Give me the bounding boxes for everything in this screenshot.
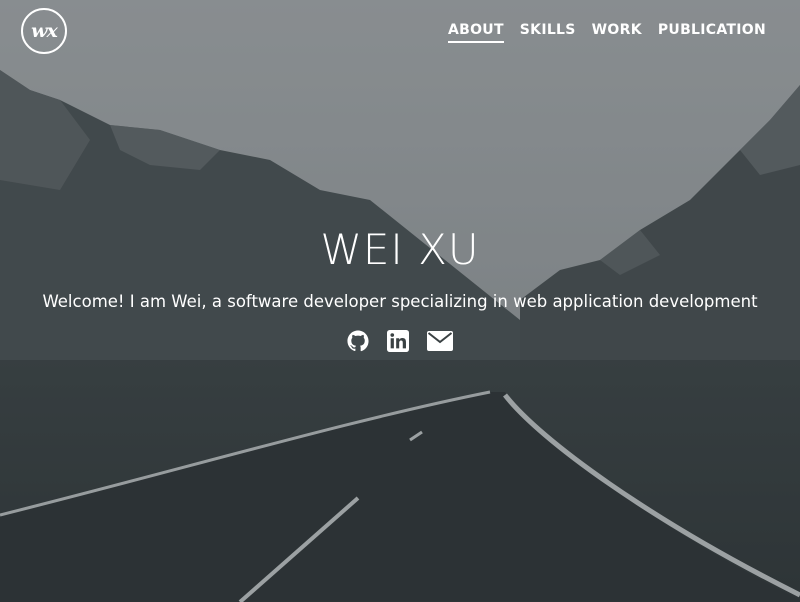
github-icon: [347, 330, 369, 352]
nav-skills[interactable]: SKILLS: [520, 22, 576, 43]
nav-work[interactable]: WORK: [592, 22, 642, 43]
social-links: [0, 329, 800, 353]
linkedin-icon: [387, 330, 409, 352]
linkedin-link[interactable]: [386, 329, 410, 353]
main-nav: ABOUT SKILLS WORK PUBLICATION: [447, 22, 766, 43]
logo[interactable]: wx: [21, 8, 67, 54]
github-link[interactable]: [346, 329, 370, 353]
envelope-icon: [427, 331, 453, 351]
nav-publication[interactable]: PUBLICATION: [658, 22, 766, 43]
nav-about[interactable]: ABOUT: [447, 22, 504, 43]
hero-name: WEI XU: [320, 225, 480, 274]
hero-tagline: Welcome! I am Wei, a software developer …: [42, 292, 758, 311]
email-link[interactable]: [426, 329, 454, 353]
